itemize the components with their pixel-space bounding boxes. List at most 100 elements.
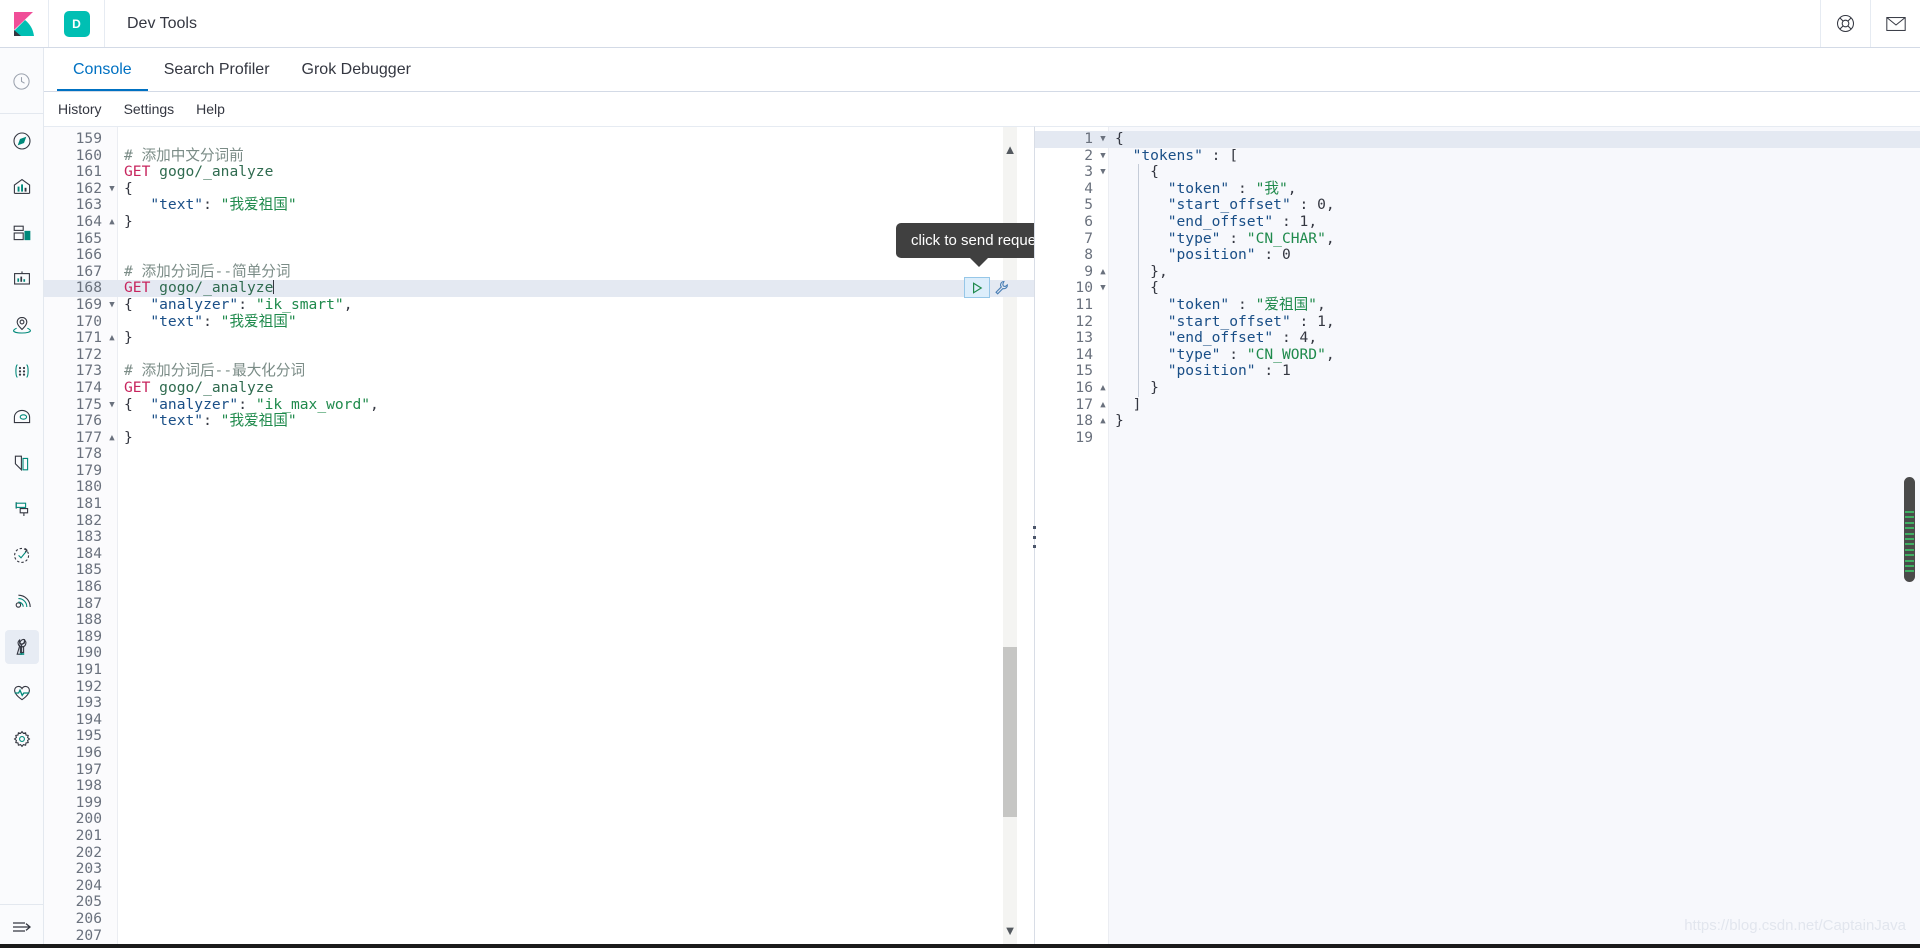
fold-toggle-icon[interactable]: ▼ — [1097, 148, 1109, 165]
code-line[interactable]: 13 "end_offset" : 4, — [1035, 329, 1920, 347]
sidebar-item-dev-tools[interactable] — [4, 630, 39, 664]
sidebar-item-monitoring[interactable] — [5, 676, 39, 710]
pane-resize-handle[interactable] — [1029, 526, 1039, 548]
code-line[interactable]: 172 — [44, 346, 1034, 364]
lifebuoy-help-icon[interactable] — [1820, 0, 1870, 47]
code-line[interactable]: 195 — [44, 728, 1034, 745]
code-line[interactable]: 7 "type" : "CN_CHAR", — [1035, 230, 1920, 248]
code-line[interactable]: 159 — [44, 130, 1034, 148]
code-line[interactable]: 16 ▲ } — [1035, 379, 1920, 397]
code-line[interactable]: 183 — [44, 529, 1034, 546]
response-viewer-pane[interactable]: 1 ▼{2 ▼ "tokens" : [3 ▼ {4 "token" : "我", 5 … — [1034, 126, 1920, 948]
code-line[interactable]: 205 — [44, 894, 1034, 911]
wrench-options-icon[interactable] — [991, 277, 1011, 298]
code-line[interactable]: 194 — [44, 711, 1034, 729]
code-line[interactable]: 12 "start_offset" : 1, — [1035, 313, 1920, 331]
code-line[interactable]: 198 — [44, 778, 1034, 795]
fold-toggle-icon[interactable]: ▲ — [1097, 380, 1109, 397]
code-line[interactable]: 6 "end_offset" : 1, — [1035, 213, 1920, 231]
play-send-request-icon[interactable] — [964, 277, 990, 299]
code-line[interactable]: 204 — [44, 877, 1034, 895]
code-line[interactable]: 165 — [44, 230, 1034, 248]
fold-toggle-icon[interactable]: ▲ — [106, 330, 118, 347]
fold-toggle-icon[interactable]: ▼ — [1097, 280, 1109, 297]
sidebar-item-visualize[interactable] — [5, 170, 39, 204]
fold-toggle-icon[interactable]: ▼ — [1097, 164, 1109, 181]
collapse-navigation-button[interactable] — [0, 904, 43, 948]
response-scrollbar-thumb[interactable] — [1904, 477, 1915, 582]
kibana-logo-icon[interactable] — [0, 0, 49, 47]
sidebar-item-uptime[interactable] — [5, 538, 39, 572]
code-line[interactable]: 1 ▼ { — [1035, 130, 1920, 148]
menu-item-settings[interactable]: Settings — [124, 101, 175, 117]
code-line[interactable]: 203 — [44, 861, 1034, 878]
sidebar-item-discover[interactable] — [5, 124, 39, 158]
fold-toggle-icon[interactable]: ▲ — [106, 430, 118, 447]
code-line[interactable]: 2 ▼ "tokens" : [ — [1035, 147, 1920, 165]
code-line[interactable]: 202 — [44, 844, 1034, 862]
code-line[interactable]: 18 ▲} — [1035, 412, 1920, 430]
code-line[interactable]: 10 ▼ { — [1035, 280, 1920, 297]
fold-toggle-icon[interactable]: ▲ — [1097, 413, 1109, 430]
code-line[interactable]: 197 — [44, 761, 1034, 779]
code-line[interactable]: 207 — [44, 927, 1034, 945]
code-line[interactable]: 180 — [44, 479, 1034, 496]
code-line[interactable]: 173 # 添加分词后--最大化分词 — [44, 363, 1034, 380]
code-line[interactable]: 186 — [44, 578, 1034, 596]
code-line[interactable]: 192 — [44, 678, 1034, 696]
code-line[interactable]: 175 ▼ { "analyzer": "ik_max_word", — [44, 396, 1034, 414]
code-line[interactable]: 196 — [44, 744, 1034, 762]
code-line[interactable]: 14 "type" : "CN_WORD", — [1035, 346, 1920, 364]
sidebar-item-management[interactable] — [5, 722, 39, 756]
code-line[interactable]: 162 ▼ { — [44, 180, 1034, 198]
code-line[interactable]: 8 "position" : 0 — [1035, 246, 1920, 264]
fold-toggle-icon[interactable]: ▲ — [106, 214, 118, 231]
code-line[interactable]: 200 — [44, 811, 1034, 828]
code-line[interactable]: 166 — [44, 247, 1034, 264]
code-line[interactable]: 187 — [44, 595, 1034, 613]
code-line[interactable]: 191 — [44, 661, 1034, 679]
sidebar-item-infrastructure[interactable] — [5, 400, 39, 434]
code-line[interactable]: 206 — [44, 910, 1034, 928]
fold-toggle-icon[interactable]: ▲ — [1097, 264, 1109, 281]
code-line[interactable]: 190 — [44, 645, 1034, 662]
sidebar-item-machine-learning[interactable] — [5, 354, 39, 388]
code-line[interactable]: 201 — [44, 827, 1034, 845]
fold-toggle-icon[interactable]: ▼ — [106, 397, 118, 414]
fold-toggle-icon[interactable]: ▼ — [106, 297, 118, 314]
menu-item-help[interactable]: Help — [196, 101, 225, 117]
code-line[interactable]: 9 ▲ }, — [1035, 263, 1920, 281]
tab-console[interactable]: Console — [57, 48, 148, 91]
code-line[interactable]: 185 — [44, 562, 1034, 579]
code-line[interactable]: 181 — [44, 495, 1034, 513]
request-editor-pane[interactable]: 159 160 # 添加中文分词前 161 GET gogo/_analyze 162 ▼{… — [44, 126, 1034, 948]
sidebar-item-siem[interactable] — [5, 584, 39, 618]
code-line[interactable]: 4 "token" : "我", — [1035, 180, 1920, 198]
sidebar-item-apm[interactable] — [5, 492, 39, 526]
code-line[interactable]: 163 "text": "我爱祖国" — [44, 197, 1034, 214]
clock-recently-viewed-icon[interactable] — [5, 64, 39, 98]
menu-item-history[interactable]: History — [58, 101, 102, 117]
code-line[interactable]: 15 "position" : 1 — [1035, 363, 1920, 380]
code-line[interactable]: 169 ▼ { "analyzer": "ik_smart", — [44, 296, 1034, 314]
code-line[interactable]: 184 — [44, 545, 1034, 563]
fold-toggle-icon[interactable]: ▼ — [106, 181, 118, 198]
code-line[interactable]: 11 "token" : "爱祖国", — [1035, 296, 1920, 314]
tab-grok-debugger[interactable]: Grok Debugger — [286, 48, 427, 91]
code-line[interactable]: 189 — [44, 628, 1034, 646]
code-line[interactable]: 168 GET gogo/_analyze — [44, 280, 1034, 297]
code-line[interactable]: 178 — [44, 446, 1034, 463]
response-scroll-area[interactable]: 1 ▼{2 ▼ "tokens" : [3 ▼ {4 "token" : "我", 5 … — [1035, 127, 1920, 948]
code-line[interactable]: 176 "text": "我爱祖国" — [44, 412, 1034, 430]
code-line[interactable]: 167 # 添加分词后--简单分词 — [44, 263, 1034, 281]
code-line[interactable]: 164 ▲} — [44, 213, 1034, 231]
fold-toggle-icon[interactable]: ▲ — [1097, 397, 1109, 414]
envelope-icon[interactable] — [1870, 0, 1920, 47]
code-line[interactable]: 19 — [1035, 429, 1920, 447]
code-line[interactable]: 3 ▼ { — [1035, 163, 1920, 181]
code-line[interactable]: 199 — [44, 794, 1034, 812]
sidebar-item-maps[interactable] — [5, 308, 39, 342]
code-line[interactable]: 170 "text": "我爱祖国" — [44, 313, 1034, 331]
code-line[interactable]: 161 GET gogo/_analyze — [44, 163, 1034, 181]
editor-scroll-area[interactable]: 159 160 # 添加中文分词前 161 GET gogo/_analyze 162 ▼{… — [44, 127, 1034, 948]
